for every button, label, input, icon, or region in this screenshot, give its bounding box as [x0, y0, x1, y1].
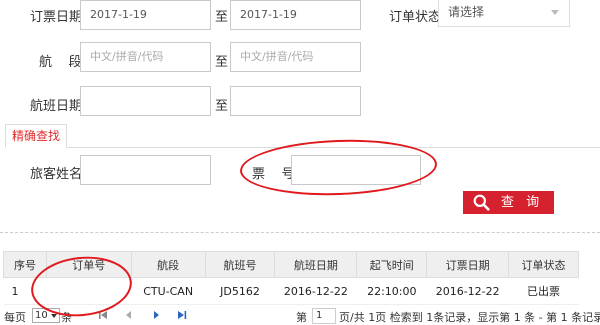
tab-exact-search[interactable]: 精确查找	[5, 124, 68, 148]
prev-page-icon[interactable]	[124, 310, 134, 320]
order-date-to-separator: 至	[215, 10, 229, 25]
segment-label: 航 段	[39, 55, 82, 70]
per-page-select[interactable]: 10	[32, 308, 60, 323]
column-header-flight-no[interactable]: 航班号	[204, 251, 276, 278]
column-header-flight-date[interactable]: 航班日期	[274, 251, 358, 278]
cell-order-status: 已出票	[508, 277, 579, 305]
chevron-down-icon	[51, 314, 57, 318]
chevron-down-icon	[551, 10, 559, 15]
query-button[interactable]: 查 询	[463, 191, 554, 214]
results-table: 序号 订单号 航段 航班号 航班日期 起飞时间 订票日期 订单状态 1 CTU-…	[3, 251, 579, 305]
section-divider	[0, 232, 600, 233]
order-date-label: 订票日期	[30, 10, 83, 25]
page-number-input[interactable]: 1	[312, 308, 336, 324]
cell-flight-date: 2016-12-22	[274, 277, 357, 305]
cell-segment: CTU-CAN	[131, 277, 206, 305]
column-header-order-no[interactable]: 订单号	[45, 251, 132, 278]
column-header-order-date[interactable]: 订票日期	[426, 251, 510, 278]
tab-divider	[5, 147, 600, 148]
column-header-seq[interactable]: 序号	[3, 251, 47, 278]
next-page-icon[interactable]	[151, 310, 161, 320]
order-date-to-input[interactable]: 2017-1-19	[230, 0, 361, 30]
ticket-number-label: 票 号	[252, 167, 295, 182]
flight-date-label: 航班日期	[30, 99, 83, 114]
segment-to-input[interactable]: 中文/拼音/代码	[230, 42, 361, 72]
first-page-icon[interactable]	[98, 310, 108, 320]
flight-date-to-separator: 至	[215, 99, 229, 114]
per-page-prefix: 每页	[4, 311, 26, 324]
cell-flight-no: JD5162	[205, 277, 275, 305]
order-status-select[interactable]: 请选择	[438, 0, 570, 27]
pager-summary: 页/共 1页 检索到 1条记录，显示第 1 条 - 第 1 条记录	[339, 311, 600, 324]
order-status-label: 订单状态	[389, 10, 442, 25]
order-date-from-input[interactable]: 2017-1-19	[80, 0, 211, 30]
query-button-label: 查 询	[501, 195, 544, 210]
flight-date-from-input[interactable]	[80, 86, 211, 116]
passenger-name-label: 旅客姓名	[30, 167, 83, 182]
last-page-icon[interactable]	[177, 310, 187, 320]
column-header-departure-time[interactable]: 起飞时间	[356, 251, 428, 278]
segment-from-input[interactable]: 中文/拼音/代码	[80, 42, 211, 72]
cell-order-date: 2016-12-22	[426, 277, 509, 305]
search-icon	[473, 194, 490, 211]
page-prefix: 第	[296, 311, 307, 324]
table-header-row: 序号 订单号 航段 航班号 航班日期 起飞时间 订票日期 订单状态	[3, 251, 579, 278]
ticket-number-input[interactable]	[291, 155, 421, 185]
segment-to-separator: 至	[215, 55, 229, 70]
cell-seq: 1	[3, 277, 47, 305]
column-header-segment[interactable]: 航段	[130, 251, 206, 278]
per-page-suffix: 条	[61, 311, 72, 324]
per-page-value: 10	[35, 310, 48, 321]
flight-date-to-input[interactable]	[230, 86, 361, 116]
cell-order-no[interactable]	[46, 277, 132, 305]
passenger-name-input[interactable]	[80, 155, 211, 185]
order-status-value: 请选择	[448, 5, 485, 19]
table-row[interactable]: 1 CTU-CAN JD5162 2016-12-22 22:10:00 201…	[3, 277, 579, 305]
cell-departure-time: 22:10:00	[356, 277, 427, 305]
column-header-order-status[interactable]: 订单状态	[508, 251, 579, 278]
